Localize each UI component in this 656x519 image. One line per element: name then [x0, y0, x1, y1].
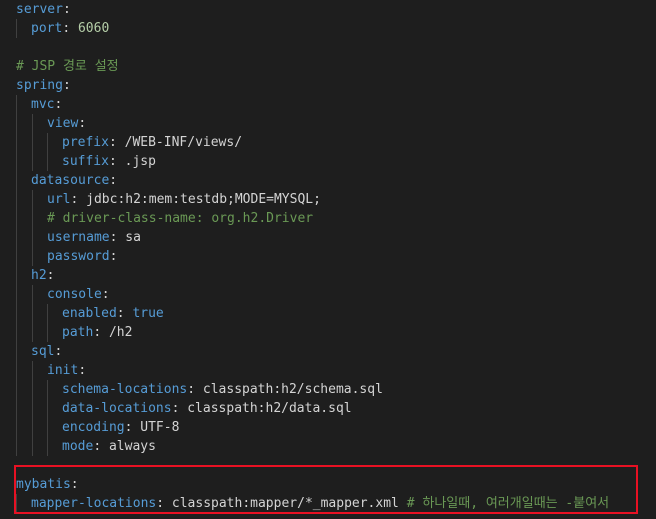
yaml-comment: # driver-class-name: org.h2.Driver [47, 211, 314, 226]
code-line[interactable]: mode: always [62, 437, 156, 456]
yaml-separator: : [101, 287, 110, 302]
yaml-key: mvc [31, 97, 55, 112]
yaml-key: server [16, 2, 63, 17]
code-line[interactable]: mvc: [31, 95, 62, 114]
code-line[interactable]: view: [47, 114, 86, 133]
yaml-key: encoding [62, 420, 125, 435]
yaml-key: enabled [62, 306, 117, 321]
yaml-separator: : [62, 78, 71, 93]
yaml-comment: # JSP 경로 설정 [16, 59, 119, 74]
indent-guide [32, 190, 33, 266]
yaml-key: schema-locations [62, 382, 188, 397]
code-line[interactable]: data-locations: classpath:h2/data.sql [62, 399, 352, 418]
code-line[interactable]: port: 6060 [31, 19, 109, 38]
yaml-separator: : [62, 2, 71, 17]
yaml-separator: : [116, 306, 133, 321]
yaml-separator: : [62, 21, 78, 36]
yaml-separator: : [171, 401, 188, 416]
yaml-value: /WEB-INF/views/ [124, 135, 243, 150]
highlight-box [14, 465, 638, 514]
yaml-separator: : [187, 382, 203, 397]
code-line[interactable]: console: [47, 285, 110, 304]
code-line[interactable]: server: [16, 0, 71, 19]
code-line[interactable]: init: [47, 361, 86, 380]
yaml-value: .jsp [124, 154, 156, 169]
yaml-separator: : [54, 344, 63, 359]
yaml-value: 6060 [77, 21, 110, 36]
indent-guide [32, 114, 33, 171]
yaml-value: classpath:h2/data.sql [187, 401, 352, 416]
yaml-key: url [47, 192, 71, 207]
yaml-value: classpath:h2/schema.sql [202, 382, 383, 397]
code-line[interactable]: url: jdbc:h2:mem:testdb;MODE=MYSQL; [47, 190, 321, 209]
yaml-key: console [47, 287, 102, 302]
code-line[interactable]: encoding: UTF-8 [62, 418, 179, 437]
yaml-key: port [31, 21, 63, 36]
yaml-value: jdbc:h2:mem:testdb;MODE=MYSQL; [86, 192, 321, 207]
yaml-key: view [47, 116, 79, 131]
yaml-separator: : [78, 363, 87, 378]
yaml-key: password [47, 249, 110, 264]
yaml-value: sa [125, 230, 141, 245]
indent-guide [16, 95, 17, 456]
indent-guide [16, 19, 17, 38]
code-line[interactable]: # driver-class-name: org.h2.Driver [47, 209, 313, 228]
code-line[interactable]: datasource: [31, 171, 117, 190]
code-line[interactable]: username: sa [47, 228, 141, 247]
yaml-separator: : [124, 420, 141, 435]
yaml-key: path [62, 325, 94, 340]
yaml-key: prefix [62, 135, 109, 150]
code-line[interactable]: # JSP 경로 설정 [16, 57, 119, 76]
yaml-separator: : [109, 230, 126, 245]
yaml-key: h2 [31, 268, 47, 283]
indent-guide [47, 133, 48, 171]
yaml-value: UTF-8 [140, 420, 180, 435]
code-editor[interactable]: server: port: 6060 # JSP 경로 설정 spring: mvc: v… [0, 0, 656, 519]
yaml-separator: : [78, 116, 87, 131]
yaml-key: sql [31, 344, 55, 359]
yaml-separator: : [108, 154, 125, 169]
yaml-separator: : [109, 249, 118, 264]
yaml-key: username [47, 230, 110, 245]
code-line[interactable]: path: /h2 [62, 323, 132, 342]
yaml-value: always [108, 439, 156, 454]
yaml-separator: : [109, 173, 118, 188]
yaml-separator: : [93, 325, 109, 340]
yaml-key: data-locations [62, 401, 172, 416]
code-line[interactable]: password: [47, 247, 117, 266]
indent-guide [47, 304, 48, 342]
yaml-separator: : [46, 268, 55, 283]
yaml-value: true [132, 306, 164, 321]
code-line[interactable]: h2: [31, 266, 54, 285]
yaml-key: init [47, 363, 79, 378]
indent-guide [47, 380, 48, 456]
code-line[interactable]: prefix: /WEB-INF/views/ [62, 133, 242, 152]
yaml-separator: : [108, 135, 125, 150]
code-line[interactable]: enabled: true [62, 304, 164, 323]
yaml-value: /h2 [108, 325, 133, 340]
yaml-separator: : [70, 192, 87, 207]
yaml-separator: : [93, 439, 109, 454]
yaml-key: suffix [62, 154, 109, 169]
yaml-key: spring [16, 78, 63, 93]
yaml-key: datasource [31, 173, 110, 188]
yaml-separator: : [54, 97, 63, 112]
indent-guide [32, 361, 33, 456]
code-line[interactable]: spring: [16, 76, 71, 95]
yaml-key: mode [62, 439, 94, 454]
indent-guide [32, 285, 33, 342]
code-line[interactable]: schema-locations: classpath:h2/schema.sq… [62, 380, 383, 399]
code-line[interactable]: suffix: .jsp [62, 152, 156, 171]
code-line[interactable]: sql: [31, 342, 62, 361]
